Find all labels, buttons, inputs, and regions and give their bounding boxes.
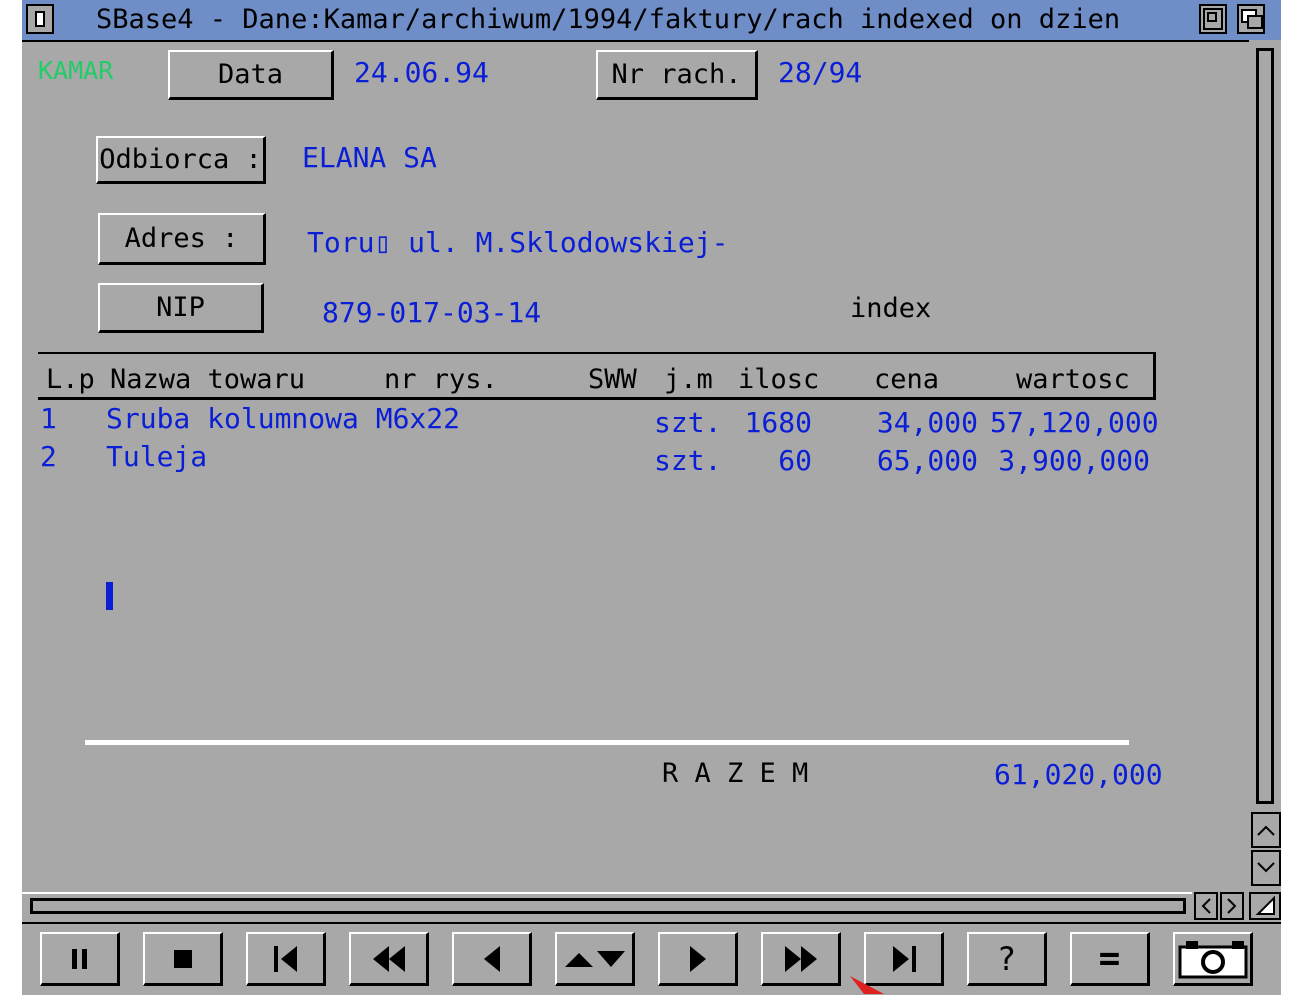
close-gadget-icon[interactable] [26, 4, 54, 34]
first-record-icon[interactable] [246, 932, 326, 986]
help-label: ? [996, 939, 1017, 978]
col-lp: L.p [46, 364, 95, 395]
nip-button[interactable]: NIP [98, 283, 264, 333]
totals-divider [85, 740, 1129, 745]
col-qty: ilosc [738, 364, 820, 395]
title-bar[interactable]: SBase4 - Dane:Kamar/archiwum/1994/faktur… [22, 0, 1281, 42]
date-button[interactable]: Data [168, 50, 334, 100]
col-sww: SWW [588, 364, 637, 395]
recipient-button[interactable]: Odbiorca : [96, 136, 266, 184]
fast-rewind-icon[interactable] [349, 932, 429, 986]
scroll-right-icon[interactable] [1220, 892, 1244, 920]
previous-record-icon[interactable] [452, 932, 532, 986]
row-lp: 2 [40, 440, 57, 473]
nip-value: 879-017-03-14 [322, 296, 542, 329]
invoice-number-button[interactable]: Nr rach. [596, 50, 758, 100]
equals-icon[interactable]: = [1070, 932, 1150, 986]
recipient-value: ELANA SA [302, 141, 437, 174]
row-value: 3,900,000 [998, 444, 1150, 477]
scroll-down-icon[interactable] [1251, 850, 1281, 886]
pause-icon[interactable] [40, 932, 120, 986]
row-price: 34,000 [876, 406, 978, 439]
up-down-icon[interactable] [555, 932, 635, 986]
col-price: cena [874, 364, 940, 395]
row-name: Tuleja [106, 440, 208, 473]
col-unit: j.m [664, 364, 713, 395]
camera-icon[interactable] [1173, 932, 1253, 986]
scroll-up-icon[interactable] [1251, 812, 1281, 848]
row-price: 65,000 [876, 444, 978, 477]
scroll-left-icon[interactable] [1194, 892, 1218, 920]
totals-value: 61,020,000 [994, 758, 1163, 791]
horizontal-scroll-knob[interactable] [30, 898, 1186, 914]
row-unit: szt. [654, 406, 722, 439]
text-cursor[interactable] [106, 582, 113, 610]
next-record-icon[interactable] [658, 932, 738, 986]
invoice-number-value: 28/94 [778, 56, 863, 89]
row-value: 57,120,000 [990, 406, 1159, 439]
mouse-pointer-icon [850, 976, 886, 999]
equals-label: = [1098, 938, 1121, 979]
row-qty: 1680 [744, 406, 812, 439]
col-drawing: nr rys. [384, 364, 498, 395]
address-value: Toru▯ ul. M.Sklodowskiej- [307, 226, 729, 259]
stop-icon[interactable] [143, 932, 223, 986]
date-value: 24.06.94 [354, 56, 489, 89]
vertical-scroll-knob[interactable] [1256, 48, 1274, 804]
resize-gadget-icon[interactable] [1249, 892, 1281, 920]
row-unit: szt. [654, 444, 722, 477]
fast-forward-icon[interactable] [761, 932, 841, 986]
table-header: L.p Nazwa towaru nr rys. SWW j.m ilosc c… [38, 352, 1156, 400]
col-name: Nazwa towaru [110, 364, 306, 395]
company-name: KAMAR [38, 56, 114, 85]
depth-gadget-icon[interactable] [1237, 4, 1265, 34]
window-title: SBase4 - Dane:Kamar/archiwum/1994/faktur… [96, 4, 1121, 35]
totals-label: R A Z E M [662, 758, 809, 789]
row-lp: 1 [40, 402, 57, 435]
zoom-gadget-icon[interactable] [1199, 4, 1227, 34]
row-name: Sruba kolumnowa M6x22 [106, 402, 461, 435]
row-qty: 60 [778, 444, 812, 477]
col-value: wartosc [1016, 364, 1130, 395]
address-button[interactable]: Adres : [98, 213, 266, 265]
help-icon[interactable]: ? [967, 932, 1047, 986]
index-label: index [850, 293, 932, 324]
